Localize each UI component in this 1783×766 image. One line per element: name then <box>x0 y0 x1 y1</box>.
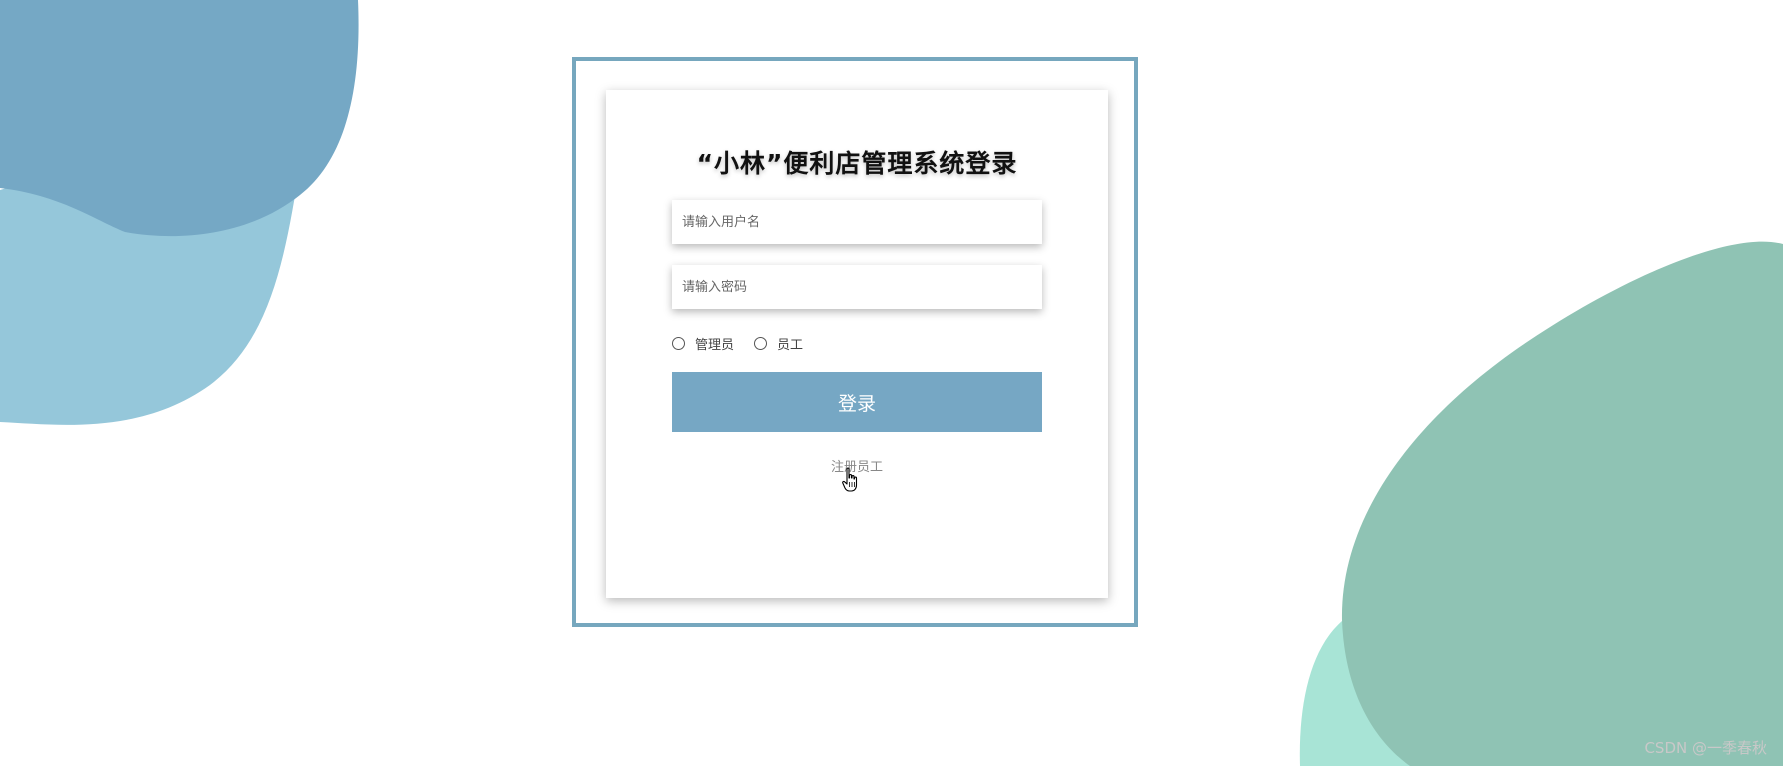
radio-staff[interactable] <box>754 336 768 350</box>
blob-top-left-light <box>0 165 300 425</box>
role-option-staff[interactable]: 员工 <box>754 334 803 353</box>
role-label-admin: 管理员 <box>695 337 735 353</box>
password-input[interactable] <box>672 265 1042 309</box>
blob-bottom-right-green <box>1341 241 1783 766</box>
radio-admin[interactable] <box>672 336 685 350</box>
page-title: “小林”便利店管理系统登录 <box>696 149 1018 178</box>
role-option-admin[interactable]: 管理员 <box>672 334 734 353</box>
role-radio-group: 管理员 员工 <box>672 333 823 353</box>
blob-bottom-right-mint <box>1299 612 1440 766</box>
blob-top-left-dark <box>0 0 359 237</box>
hand-pointer-icon <box>842 467 858 492</box>
login-button[interactable]: 登录 <box>672 372 1042 432</box>
watermark-text: CSDN @一季春秋 <box>1644 739 1767 757</box>
login-card: “小林”便利店管理系统登录 管理员 员工 登录 注册员工 <box>606 90 1108 598</box>
role-label-staff: 员工 <box>777 337 804 353</box>
username-input[interactable] <box>672 200 1042 244</box>
